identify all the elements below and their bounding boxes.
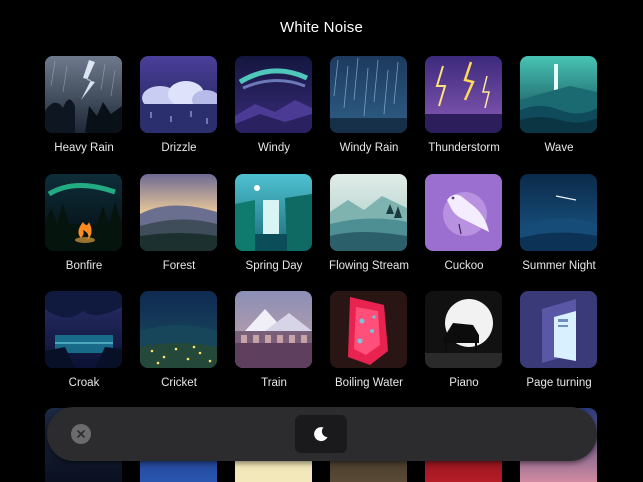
summer-night-icon (520, 174, 597, 251)
sound-tile-heavy-rain[interactable]: Heavy Rain (45, 56, 123, 154)
moon-icon (314, 427, 328, 442)
sound-tile-windy[interactable]: Windy (235, 56, 313, 154)
windy-icon (235, 56, 312, 133)
flowing-stream-icon (330, 174, 407, 251)
boiling-water-icon (330, 291, 407, 368)
thunderstorm-icon (425, 56, 502, 133)
sound-tile-flowing-stream[interactable]: Flowing Stream (329, 174, 409, 272)
sound-tile-train[interactable]: Train (235, 291, 313, 389)
drizzle-icon (140, 56, 217, 133)
sound-label: Summer Night (522, 260, 596, 272)
sound-tile-thunderstorm[interactable]: Thunderstorm (425, 56, 503, 154)
spring-day-icon (235, 174, 312, 251)
page-title: White Noise (279, 19, 364, 36)
sleep-timer-button[interactable] (295, 415, 347, 453)
cuckoo-icon (425, 174, 502, 251)
heavy-rain-icon (45, 56, 122, 133)
sound-tile-cuckoo[interactable]: Cuckoo (425, 174, 503, 272)
sound-tile-croak[interactable]: Croak (45, 291, 123, 389)
sound-tile-drizzle[interactable]: Drizzle (140, 56, 218, 154)
sound-tile-piano[interactable]: Piano (425, 291, 503, 389)
piano-icon (425, 291, 502, 368)
close-icon (77, 430, 85, 438)
forest-icon (140, 174, 217, 251)
croak-icon (45, 291, 122, 368)
cricket-icon (140, 291, 217, 368)
sound-tile-summer-night[interactable]: Summer Night (520, 174, 598, 272)
sound-tile-wave[interactable]: Wave (520, 56, 598, 154)
sound-tile-forest[interactable]: Forest (140, 174, 218, 272)
page-turning-icon (520, 291, 597, 368)
sound-label: Page turning (526, 377, 592, 389)
sound-tile-windy-rain[interactable]: Windy Rain (330, 56, 408, 154)
sound-tile-bonfire[interactable]: Bonfire (45, 174, 123, 272)
bonfire-icon (45, 174, 122, 251)
sound-tile-page-turning[interactable]: Page turning (520, 291, 598, 389)
sound-tile-spring-day[interactable]: Spring Day (235, 174, 313, 272)
close-button[interactable] (71, 424, 91, 444)
sound-tile-cricket[interactable]: Cricket (140, 291, 218, 389)
wave-icon (520, 56, 597, 133)
sound-label: Wave (544, 142, 574, 154)
windy-rain-icon (330, 56, 407, 133)
sound-tile-boiling-water[interactable]: Boiling Water (330, 291, 408, 389)
train-icon (235, 291, 312, 368)
player-bar (47, 407, 597, 461)
